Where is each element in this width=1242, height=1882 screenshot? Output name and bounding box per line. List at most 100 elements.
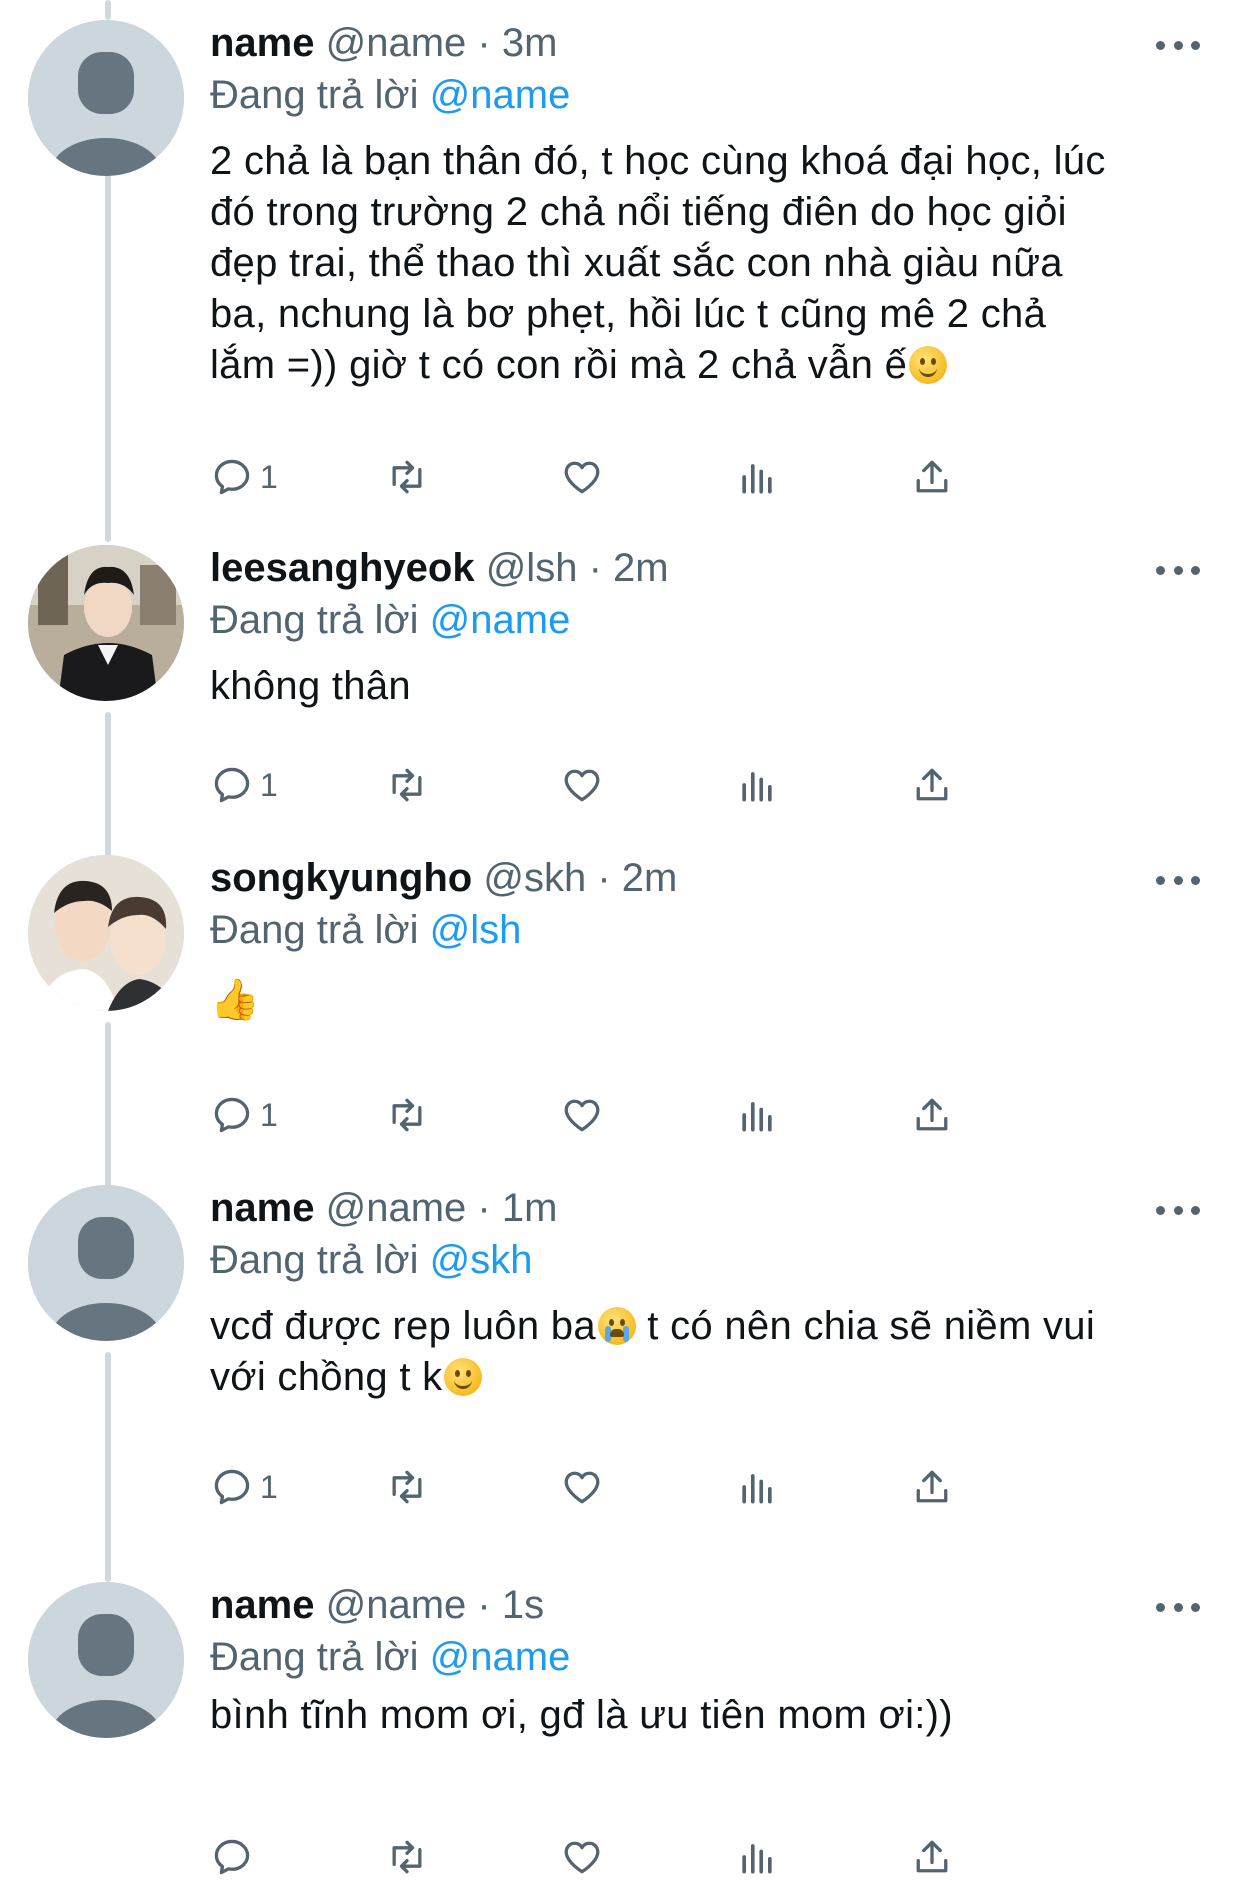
like-button[interactable]: [560, 760, 604, 810]
timestamp[interactable]: 1m: [502, 1186, 558, 1230]
tweet-actions: 1: [210, 1090, 1110, 1140]
tweet-actions: [210, 1832, 1110, 1882]
retweet-icon: [385, 455, 429, 499]
tweet-header: leesanghyeok @lsh · 2m: [210, 545, 1200, 591]
views-button[interactable]: [735, 1090, 779, 1140]
retweet-button[interactable]: [385, 760, 429, 810]
like-icon: [560, 1835, 604, 1879]
replying-to: Đang trả lời @name: [210, 1634, 1200, 1680]
separator: ·: [477, 1583, 491, 1627]
retweet-button[interactable]: [385, 1832, 429, 1882]
reply-button[interactable]: 1: [210, 452, 278, 502]
tweet-actions: 1: [210, 760, 1110, 810]
mention-link[interactable]: @name: [430, 598, 571, 642]
handle[interactable]: @skh: [483, 856, 586, 900]
reply-icon: [210, 1093, 254, 1137]
like-icon: [560, 1093, 604, 1137]
thumbs-up-icon: 👍: [210, 978, 261, 1022]
like-button[interactable]: [560, 1462, 604, 1512]
handle[interactable]: @name: [326, 1186, 467, 1230]
tweet[interactable]: name @name · 3m Đang trả lời @name 2 chả…: [0, 20, 1242, 520]
tweet[interactable]: name @name · 1s Đang trả lời @name bình …: [0, 1582, 1242, 1782]
display-name[interactable]: songkyungho: [210, 856, 472, 900]
share-button[interactable]: [910, 760, 954, 810]
share-button[interactable]: [910, 1832, 954, 1882]
share-button[interactable]: [910, 452, 954, 502]
display-name[interactable]: leesanghyeok: [210, 546, 475, 590]
default-avatar-icon: [28, 20, 184, 176]
tweet-text: bình tĩnh mom ơi, gđ là ưu tiên mom ơi:)…: [210, 1693, 953, 1737]
reply-count: 1: [260, 458, 278, 495]
like-button[interactable]: [560, 1090, 604, 1140]
default-avatar-icon: [28, 1185, 184, 1341]
tweet-header: name @name · 1m: [210, 1185, 1200, 1231]
mention-link[interactable]: @lsh: [430, 908, 522, 952]
tweet-text-part1: vcđ được rep luôn ba: [210, 1304, 596, 1348]
views-button[interactable]: [735, 1832, 779, 1882]
like-icon: [560, 455, 604, 499]
display-name[interactable]: name: [210, 1186, 315, 1230]
more-options-icon[interactable]: [1156, 1592, 1200, 1622]
separator: ·: [477, 1186, 491, 1230]
mention-link[interactable]: @name: [430, 1635, 571, 1679]
avatar[interactable]: [28, 1185, 184, 1341]
photo-avatar-selfie-icon: [28, 855, 184, 1011]
slightly-smiling-face-icon: [909, 346, 948, 384]
avatar[interactable]: [28, 20, 184, 176]
handle[interactable]: @lsh: [486, 546, 578, 590]
more-options-icon[interactable]: [1156, 30, 1200, 60]
share-icon: [910, 1465, 954, 1509]
more-options-icon[interactable]: [1156, 555, 1200, 585]
share-button[interactable]: [910, 1462, 954, 1512]
tweet[interactable]: name @name · 1m Đang trả lời @skh vcđ đư…: [0, 1185, 1242, 1445]
share-button[interactable]: [910, 1090, 954, 1140]
reply-count: 1: [260, 1096, 278, 1133]
timestamp[interactable]: 1s: [502, 1583, 544, 1627]
avatar[interactable]: [28, 855, 184, 1011]
reply-prefix: Đang trả lời: [210, 1238, 419, 1282]
retweet-button[interactable]: [385, 1462, 429, 1512]
display-name[interactable]: name: [210, 21, 315, 65]
tweet-text: vcđ được rep luôn ba t có nên chia sẽ ni…: [210, 1301, 1200, 1403]
timestamp[interactable]: 3m: [502, 21, 558, 65]
tweet-header: name @name · 1s: [210, 1582, 1200, 1628]
tweet-text: 2 chả là bạn thân đó, t học cùng khoá đạ…: [210, 136, 1200, 391]
mention-link[interactable]: @skh: [430, 1238, 533, 1282]
views-icon: [735, 1093, 779, 1137]
retweet-icon: [385, 1093, 429, 1137]
tweet[interactable]: songkyungho @skh · 2m Đang trả lời @lsh …: [0, 855, 1242, 1045]
reply-button[interactable]: [210, 1832, 260, 1882]
tweet[interactable]: leesanghyeok @lsh · 2m Đang trả lời @nam…: [0, 545, 1242, 725]
reply-icon: [210, 1465, 254, 1509]
replying-to: Đang trả lời @lsh: [210, 907, 1200, 953]
default-avatar-icon: [28, 1582, 184, 1738]
like-button[interactable]: [560, 452, 604, 502]
timestamp[interactable]: 2m: [613, 546, 669, 590]
views-button[interactable]: [735, 1462, 779, 1512]
views-button[interactable]: [735, 760, 779, 810]
handle[interactable]: @name: [326, 21, 467, 65]
reply-button[interactable]: 1: [210, 1090, 278, 1140]
avatar[interactable]: [28, 1582, 184, 1738]
retweet-button[interactable]: [385, 1090, 429, 1140]
tweet-header: songkyungho @skh · 2m: [210, 855, 1200, 901]
tweet-text: không thân: [210, 664, 411, 708]
reply-count: 1: [260, 1468, 278, 1505]
mention-link[interactable]: @name: [430, 73, 571, 117]
retweet-button[interactable]: [385, 452, 429, 502]
reply-icon: [210, 1835, 254, 1879]
handle[interactable]: @name: [326, 1583, 467, 1627]
views-button[interactable]: [735, 452, 779, 502]
more-options-icon[interactable]: [1156, 865, 1200, 895]
timestamp[interactable]: 2m: [622, 856, 678, 900]
reply-button[interactable]: 1: [210, 1462, 278, 1512]
replying-to: Đang trả lời @name: [210, 597, 1200, 643]
more-options-icon[interactable]: [1156, 1195, 1200, 1225]
views-icon: [735, 763, 779, 807]
reply-count: 1: [260, 766, 278, 803]
reply-button[interactable]: 1: [210, 760, 278, 810]
display-name[interactable]: name: [210, 1583, 315, 1627]
avatar[interactable]: [28, 545, 184, 701]
reply-icon: [210, 763, 254, 807]
like-button[interactable]: [560, 1832, 604, 1882]
